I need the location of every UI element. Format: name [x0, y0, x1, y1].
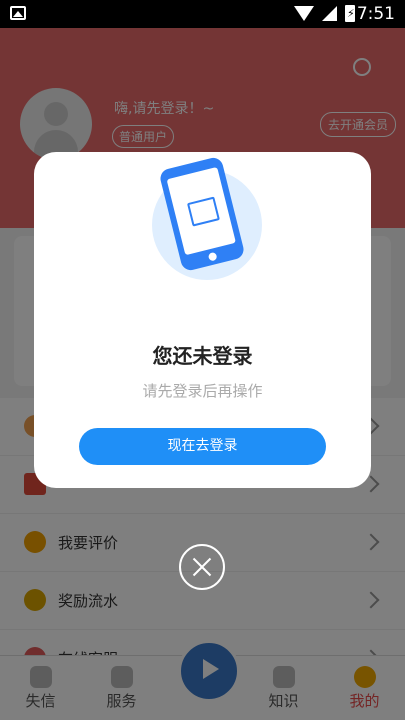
phone-screen — [166, 166, 236, 256]
phone-login-illustration — [152, 155, 262, 280]
phone-home-button-icon — [207, 251, 218, 262]
wifi-icon — [294, 6, 314, 21]
login-image-icon — [186, 196, 220, 227]
battery-icon: ⚡ — [345, 5, 355, 22]
phone-icon — [158, 155, 246, 273]
login-button[interactable]: 现在去登录 — [79, 428, 326, 465]
signal-icon — [322, 6, 337, 21]
close-icon[interactable] — [179, 544, 225, 590]
dialog-title: 您还未登录 — [152, 344, 253, 368]
status-time: 7:51 — [356, 4, 395, 24]
dialog-subtitle: 请先登录后再操作 — [142, 382, 263, 400]
status-bar: ⚡ 7:51 — [0, 0, 405, 28]
gallery-icon — [10, 6, 26, 20]
login-required-dialog: 您还未登录 请先登录后再操作 现在去登录 — [34, 152, 371, 488]
